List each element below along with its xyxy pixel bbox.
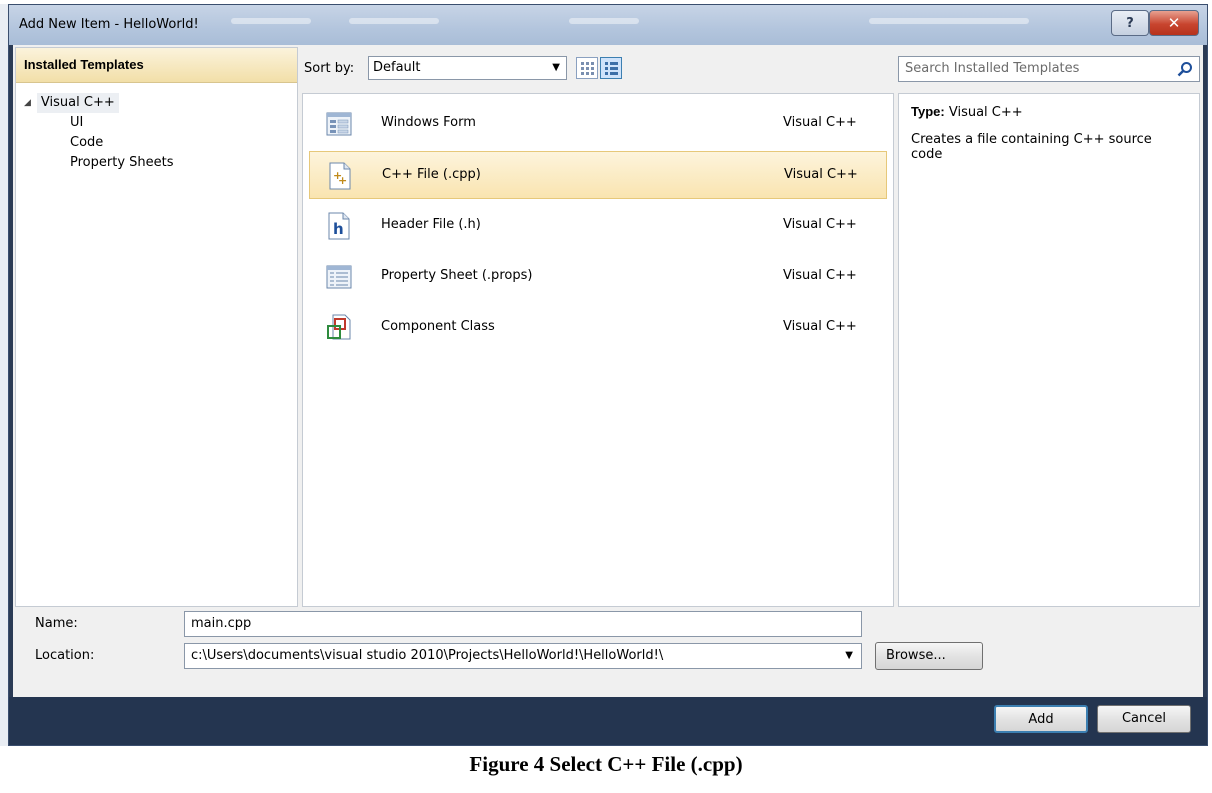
help-icon: ? (1126, 15, 1134, 31)
window-title: Add New Item - HelloWorld! (19, 17, 199, 32)
template-item-property-sheet[interactable]: Property Sheet (.props) Visual C++ (309, 253, 887, 301)
dialog-footer: Add Cancel (9, 697, 1207, 745)
templates-pane: Sort by: Default ▼ Windows Form Visual C… (302, 45, 894, 609)
installed-templates-header: Installed Templates (16, 48, 297, 83)
template-language: Visual C++ (783, 115, 857, 130)
search-input[interactable]: Search Installed Templates (898, 56, 1200, 82)
background-strip (0, 4, 8, 746)
template-item-component-class[interactable]: Component Class Visual C++ (309, 304, 887, 352)
name-value: main.cpp (191, 616, 252, 631)
item-form: Name: main.cpp Location: c:\Users\docume… (13, 609, 1203, 697)
blurred-background-strip (569, 18, 639, 24)
template-language: Visual C++ (783, 319, 857, 334)
cpp-file-icon: + + (329, 162, 351, 190)
chevron-down-icon: ▼ (552, 62, 560, 73)
component-class-icon (327, 314, 351, 340)
location-field[interactable]: c:\Users\documents\visual studio 2010\Pr… (184, 643, 862, 669)
list-view-button[interactable] (600, 57, 622, 79)
header-file-icon: h (328, 212, 350, 240)
installed-templates-pane: Installed Templates ◢ Visual C++ UI Code… (15, 47, 298, 607)
template-language: Visual C++ (783, 268, 857, 283)
svg-text:+: + (338, 174, 347, 187)
sort-dropdown[interactable]: Default ▼ (368, 56, 567, 80)
close-icon: ✕ (1167, 14, 1181, 32)
blurred-background-strip (349, 18, 439, 24)
cancel-button[interactable]: Cancel (1097, 705, 1191, 733)
property-sheet-icon (326, 265, 352, 289)
location-label: Location: (35, 648, 95, 663)
template-list: Windows Form Visual C++ + + C++ File (.c… (302, 93, 894, 607)
tree-item-visual-cpp[interactable]: ◢ Visual C++ (16, 93, 297, 113)
tree-item-property-sheets[interactable]: Property Sheets (16, 153, 297, 173)
search-placeholder: Search Installed Templates (905, 61, 1080, 76)
template-name: Property Sheet (.props) (381, 268, 533, 283)
expand-triangle-icon[interactable]: ◢ (24, 93, 31, 113)
template-language: Visual C++ (784, 167, 858, 182)
template-name: Windows Form (381, 115, 476, 130)
template-item-windows-form[interactable]: Windows Form Visual C++ (309, 100, 887, 148)
chevron-down-icon[interactable]: ▼ (845, 644, 853, 668)
template-language: Visual C++ (783, 217, 857, 232)
search-icon[interactable] (1177, 61, 1193, 77)
tree-item-ui[interactable]: UI (16, 113, 297, 133)
add-button[interactable]: Add (994, 705, 1088, 733)
template-description: Creates a file containing C++ source cod… (911, 132, 1152, 162)
dialog-body: Installed Templates ◢ Visual C++ UI Code… (13, 45, 1203, 609)
browse-button[interactable]: Browse... (875, 642, 983, 670)
sort-value: Default (373, 60, 421, 75)
blurred-background-strip (231, 18, 311, 24)
location-value: c:\Users\documents\visual studio 2010\Pr… (191, 648, 664, 663)
template-name: Header File (.h) (381, 217, 481, 232)
windows-form-icon (326, 112, 352, 136)
list-view-icon (605, 62, 618, 75)
figure-caption: Figure 4 Select C++ File (.cpp) (469, 752, 743, 776)
small-icons-view-button[interactable] (576, 57, 598, 79)
sort-toolbar: Sort by: Default ▼ (302, 45, 894, 93)
tree-item-label: Visual C++ (36, 93, 119, 113)
sort-by-label: Sort by: (304, 61, 355, 76)
add-new-item-dialog: Add New Item - HelloWorld! ? ✕ Installed… (8, 4, 1208, 746)
help-button[interactable]: ? (1111, 10, 1149, 36)
close-button[interactable]: ✕ (1149, 10, 1199, 36)
type-value: Visual C++ (948, 105, 1023, 120)
template-item-header-file[interactable]: h Header File (.h) Visual C++ (309, 202, 887, 250)
template-name: Component Class (381, 319, 495, 334)
type-line: Type: Visual C++ (911, 104, 1187, 120)
template-item-cpp-file[interactable]: + + C++ File (.cpp) Visual C++ (309, 151, 887, 199)
name-label: Name: (35, 616, 78, 631)
title-bar[interactable]: Add New Item - HelloWorld! ? ✕ (9, 5, 1207, 45)
blurred-background-strip (869, 18, 1029, 24)
details-pane: Search Installed Templates Type: Visual … (898, 45, 1203, 609)
template-details: Type: Visual C++ Creates a file containi… (898, 93, 1200, 607)
template-tree: ◢ Visual C++ UI Code Property Sheets (16, 83, 297, 173)
type-label: Type: (911, 104, 945, 119)
name-field[interactable]: main.cpp (184, 611, 862, 637)
svg-text:h: h (333, 220, 344, 238)
grid-view-icon (581, 62, 594, 75)
template-name: C++ File (.cpp) (382, 167, 481, 182)
tree-item-code[interactable]: Code (16, 133, 297, 153)
